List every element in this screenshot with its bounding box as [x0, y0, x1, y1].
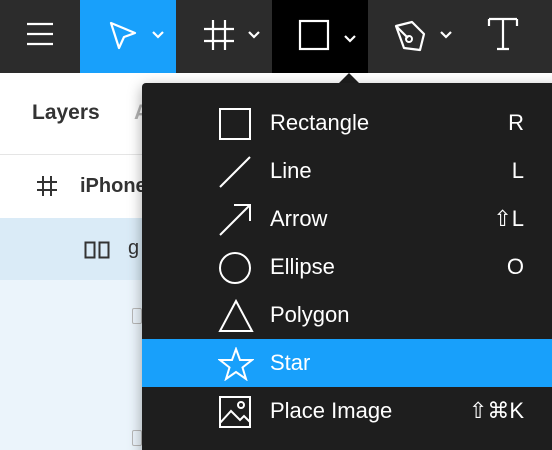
layer-label: iPhone — [80, 175, 147, 197]
arrow-icon — [219, 204, 251, 236]
cursor-arrow-icon — [109, 21, 137, 50]
menu-item-polygon[interactable]: Polygon — [142, 291, 552, 339]
menu-item-label: Rectangle — [270, 110, 370, 135]
menu-item-line[interactable]: Line L — [142, 147, 552, 195]
shape-menu: Rectangle R Line L Arrow ⇧L Ellipse O Po… — [142, 83, 552, 450]
frame-hash-icon — [37, 176, 57, 196]
star-icon — [218, 347, 254, 381]
menu-item-label: Star — [270, 350, 311, 375]
rectangle-icon — [298, 19, 330, 51]
chevron-down-icon — [440, 31, 452, 39]
image-icon — [219, 396, 251, 428]
line-icon — [219, 156, 251, 188]
pen-nib-icon — [394, 20, 426, 52]
shape-tool-button[interactable] — [272, 0, 368, 73]
menu-item-label: Place Image — [270, 398, 393, 423]
menu-item-shortcut: ⇧⌘K — [468, 398, 524, 423]
main-menu-button[interactable] — [0, 0, 80, 73]
text-t-icon — [487, 17, 519, 51]
menu-item-arrow[interactable]: Arrow ⇧L — [142, 195, 552, 243]
ellipse-icon — [219, 252, 251, 284]
pen-tool-button[interactable] — [368, 0, 464, 73]
layer-icon — [132, 430, 142, 446]
layer-label: g — [128, 237, 140, 259]
toolbar — [0, 0, 552, 73]
hamburger-icon — [27, 22, 53, 46]
menu-item-shortcut: R — [508, 110, 524, 135]
menu-item-shortcut: ⇧L — [493, 206, 524, 231]
menu-item-label: Arrow — [270, 206, 328, 231]
chevron-down-icon — [152, 31, 164, 39]
menu-item-star[interactable]: Star — [142, 339, 552, 387]
move-tool-button[interactable] — [80, 0, 176, 73]
polygon-icon — [218, 299, 254, 332]
menu-item-label: Ellipse — [270, 254, 335, 279]
chevron-down-icon — [344, 35, 356, 43]
layer-icon — [132, 308, 142, 324]
menu-item-shortcut: O — [506, 254, 524, 279]
rectangle-icon — [219, 108, 251, 140]
menu-item-label: Line — [270, 158, 312, 183]
tab-layers[interactable]: Layers — [32, 101, 100, 125]
frame-hash-icon — [204, 20, 234, 50]
chevron-down-icon — [248, 31, 260, 39]
menu-item-rectangle[interactable]: Rectangle R — [142, 99, 552, 147]
menu-item-shortcut: L — [511, 158, 524, 183]
menu-item-place-image[interactable]: Place Image ⇧⌘K — [142, 387, 552, 435]
text-tool-button[interactable] — [464, 0, 552, 73]
group-icon — [84, 241, 110, 259]
frame-tool-button[interactable] — [176, 0, 272, 73]
menu-item-label: Polygon — [270, 302, 350, 327]
menu-item-ellipse[interactable]: Ellipse O — [142, 243, 552, 291]
